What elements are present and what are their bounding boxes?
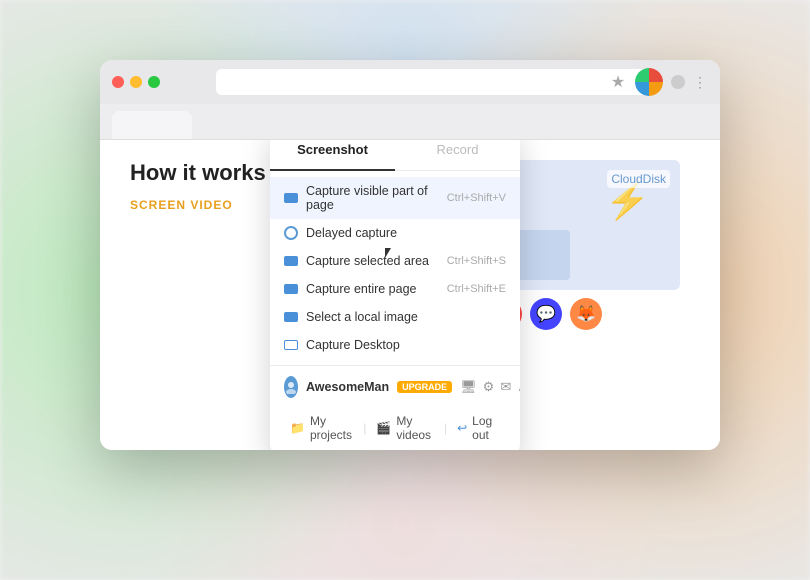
browser-tabs-bar	[100, 104, 720, 140]
logout-icon: ↩	[457, 421, 467, 435]
my-videos-label: My videos	[396, 414, 434, 442]
close-button[interactable]	[112, 76, 124, 88]
my-videos-link[interactable]: 🎬 My videos	[370, 412, 440, 444]
local-image-icon	[284, 312, 298, 322]
capture-entire-shortcut: Ctrl+Shift+E	[447, 283, 506, 295]
icon-blue: 💬	[530, 298, 562, 330]
separator-2: |	[444, 421, 447, 435]
local-image-label: Select a local image	[306, 310, 498, 324]
menu-item-capture-visible[interactable]: Capture visible part of page Ctrl+Shift+…	[270, 177, 520, 219]
menu-item-capture-entire[interactable]: Capture entire page Ctrl+Shift+E	[270, 275, 520, 303]
videos-icon: 🎬	[376, 421, 391, 435]
tab-screenshot[interactable]: Screenshot	[270, 140, 395, 171]
extension-icon[interactable]	[635, 68, 663, 96]
delayed-capture-label: Delayed capture	[306, 226, 498, 240]
capture-visible-shortcut: Ctrl+Shift+V	[447, 192, 506, 204]
capture-desktop-icon	[284, 340, 298, 350]
my-projects-label: My projects	[310, 414, 353, 442]
dropdown-actions: 📁 My projects | 🎬 My videos | ↩ Log out	[270, 404, 520, 450]
address-bar[interactable]	[216, 69, 658, 95]
projects-icon: 📁	[290, 421, 305, 435]
delayed-capture-icon	[284, 226, 298, 240]
capture-visible-label: Capture visible part of page	[306, 184, 439, 212]
capture-selected-shortcut: Ctrl+Shift+S	[447, 255, 506, 267]
user-avatar	[284, 376, 298, 398]
cloud-label: CloudDisk	[607, 170, 670, 188]
chevron-up-icon[interactable]: ∧	[517, 379, 520, 395]
settings-icon[interactable]: ⚙	[483, 379, 495, 395]
more-menu-icon[interactable]: ⋮	[693, 74, 708, 91]
ext-dot-icon[interactable]	[671, 75, 685, 89]
dropdown-menu: Capture visible part of page Ctrl+Shift+…	[270, 171, 520, 365]
browser-content: How it works SCREEN VIDEO ⚡ CloudDisk 🎯 …	[100, 140, 720, 450]
icons-row: 🎯 💬 🦊	[490, 298, 690, 330]
capture-selected-icon	[284, 256, 298, 266]
mail-icon[interactable]: ✉	[500, 379, 511, 395]
capture-visible-icon	[284, 193, 298, 203]
dropdown-tabs: Screenshot Record	[270, 140, 520, 171]
menu-item-local-image[interactable]: Select a local image	[270, 303, 520, 331]
page-right: ⚡ CloudDisk 🎯 💬 🦊	[490, 160, 690, 330]
menu-item-delayed-capture[interactable]: Delayed capture	[270, 219, 520, 247]
upgrade-badge[interactable]: upgrade	[397, 381, 452, 393]
extensions-area: ★ ⋮	[609, 68, 708, 96]
monitor-icon[interactable]: 🖥	[460, 379, 477, 395]
capture-entire-icon	[284, 284, 298, 294]
dropdown-popup: Screenshot Record Capture visible part o…	[270, 140, 520, 450]
user-name: AwesomeMan	[306, 380, 389, 394]
capture-desktop-label: Capture Desktop	[306, 338, 498, 352]
icon-orange: 🦊	[570, 298, 602, 330]
separator-1: |	[363, 421, 366, 435]
user-icons: 🖥 ⚙ ✉ ∧	[460, 379, 520, 395]
logout-link[interactable]: ↩ Log out	[451, 412, 506, 444]
dropdown-user-section: AwesomeMan upgrade 🖥 ⚙ ✉ ∧	[270, 365, 520, 404]
browser-window: ★ ⋮ How it works SCREEN VIDEO ⚡ CloudDis…	[100, 60, 720, 450]
browser-titlebar: ★ ⋮	[100, 60, 720, 104]
menu-item-capture-selected[interactable]: Capture selected area Ctrl+Shift+S	[270, 247, 520, 275]
tab-record[interactable]: Record	[395, 140, 520, 170]
maximize-button[interactable]	[148, 76, 160, 88]
menu-item-capture-desktop[interactable]: Capture Desktop	[270, 331, 520, 359]
minimize-button[interactable]	[130, 76, 142, 88]
bookmark-icon[interactable]: ★	[609, 73, 627, 91]
my-projects-link[interactable]: 📁 My projects	[284, 412, 359, 444]
logout-label: Log out	[472, 414, 500, 442]
capture-selected-label: Capture selected area	[306, 254, 439, 268]
capture-entire-label: Capture entire page	[306, 282, 439, 296]
browser-tab[interactable]	[112, 111, 192, 139]
